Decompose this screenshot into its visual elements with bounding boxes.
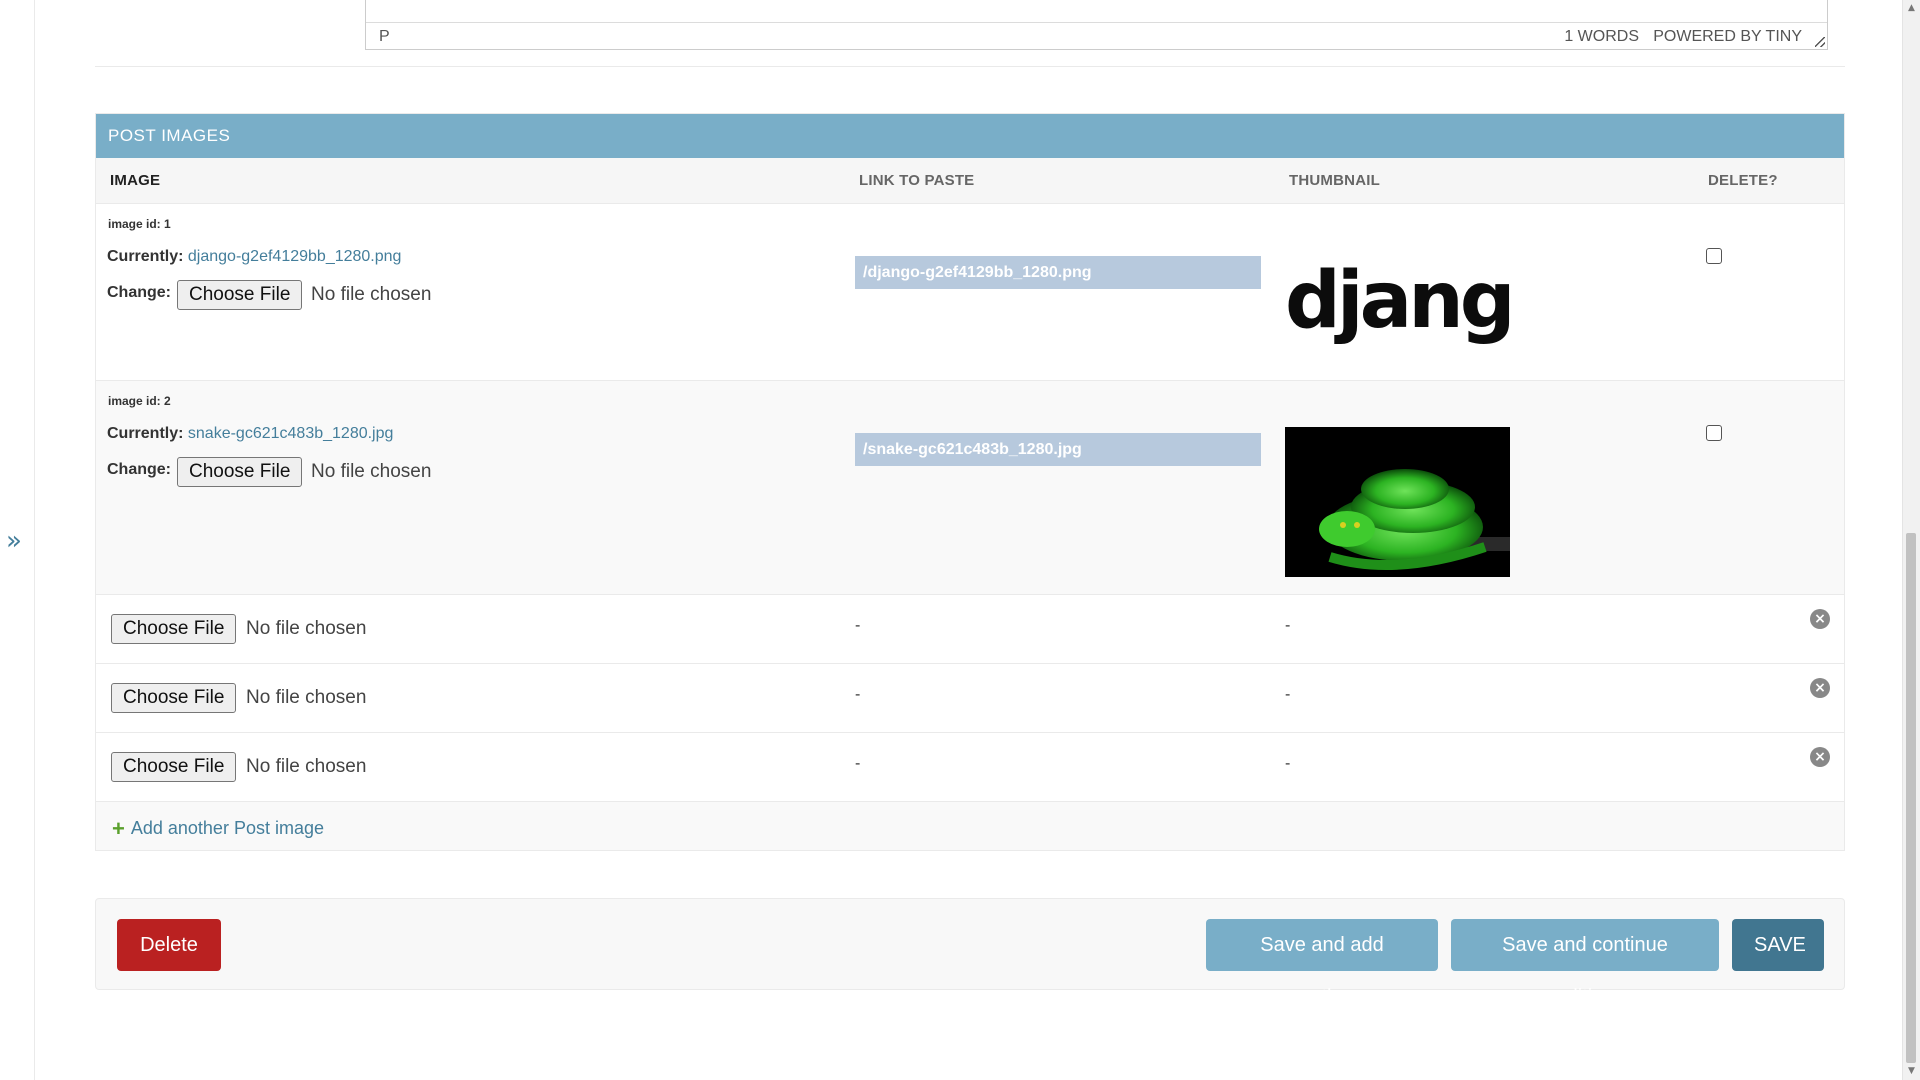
save-and-add-another-button[interactable]: Save and add another <box>1206 919 1438 1008</box>
nav-sidebar-rail: » <box>0 0 35 1080</box>
inline-row: Choose File No file chosen - - × <box>96 733 1844 802</box>
current-file-link[interactable]: snake-gc621c483b_1280.jpg <box>188 425 394 442</box>
inline-row: Choose File No file chosen - - × <box>96 595 1844 664</box>
choose-file-button[interactable]: Choose File <box>177 457 303 487</box>
rich-text-editor-statusbar: P 1 WORDS POWERED BY TINY <box>365 0 1828 50</box>
save-button[interactable]: SAVE <box>1732 919 1824 971</box>
django-thumbnail: django <box>1285 249 1567 359</box>
change-label: Change: <box>107 461 171 478</box>
file-status: No file chosen <box>246 687 367 708</box>
link-to-paste-field[interactable]: /snake-gc621c483b_1280.jpg <box>855 433 1261 466</box>
file-status: No file chosen <box>311 461 432 482</box>
editor-wordcount[interactable]: 1 WORDS <box>1564 28 1639 46</box>
current-file-link[interactable]: django-g2ef4129bb_1280.png <box>188 248 402 265</box>
choose-file-button[interactable]: Choose File <box>111 614 237 644</box>
inline-row: image id: 2 Currently: snake-gc621c483b_… <box>96 381 1844 595</box>
link-placeholder: - <box>855 755 861 772</box>
editor-powered-by[interactable]: POWERED BY TINY <box>1653 28 1802 46</box>
currently-field: Currently: snake-gc621c483b_1280.jpg <box>107 425 393 443</box>
form-row-divider <box>95 66 1845 67</box>
django-logo-text: django <box>1285 256 1510 346</box>
submit-row: Delete Save and add another Save and con… <box>95 898 1845 1008</box>
currently-field: Currently: django-g2ef4129bb_1280.png <box>107 248 401 266</box>
choose-file-button[interactable]: Choose File <box>111 752 237 782</box>
inline-column-headers: IMAGE LINK TO PASTE THUMBNAIL DELETE? <box>96 158 1844 204</box>
delete-checkbox[interactable] <box>1706 248 1722 264</box>
remove-row-icon[interactable]: × <box>1810 678 1830 698</box>
sidebar-toggle-icon[interactable]: » <box>6 528 22 554</box>
image-id-label: image id: 1 <box>108 217 171 231</box>
add-another-label: Add another Post image <box>130 818 324 838</box>
link-to-paste-field[interactable]: /django-g2ef4129bb_1280.png <box>855 256 1261 289</box>
scrollbar-thumb[interactable] <box>1906 533 1916 1063</box>
column-header-thumbnail: THUMBNAIL <box>1289 172 1380 189</box>
inline-row: Choose File No file chosen - - × <box>96 664 1844 733</box>
link-placeholder: - <box>855 686 861 703</box>
remove-row-icon[interactable]: × <box>1810 609 1830 629</box>
add-another-link[interactable]: + Add another Post image <box>112 816 324 842</box>
page-scrollbar[interactable]: ▲ ▼ <box>1902 0 1920 1080</box>
thumbnail-placeholder: - <box>1285 686 1291 703</box>
currently-label: Currently: <box>107 248 184 265</box>
remove-row-icon[interactable]: × <box>1810 747 1830 767</box>
plus-icon: + <box>112 816 125 841</box>
save-and-continue-button[interactable]: Save and continue editing <box>1451 919 1719 1008</box>
column-header-image: IMAGE <box>110 172 161 189</box>
column-header-link: LINK TO PASTE <box>859 172 975 189</box>
file-status: No file chosen <box>246 756 367 777</box>
delete-checkbox[interactable] <box>1706 425 1722 441</box>
choose-file-button[interactable]: Choose File <box>111 683 237 713</box>
currently-label: Currently: <box>107 425 184 442</box>
editor-element-path[interactable]: P <box>379 28 390 46</box>
column-header-delete: DELETE? <box>1708 172 1778 189</box>
editor-divider <box>366 22 1827 23</box>
image-id-label: image id: 2 <box>108 394 171 408</box>
snake-thumbnail <box>1285 427 1510 577</box>
scroll-down-arrow-icon[interactable]: ▼ <box>1903 1063 1920 1080</box>
choose-file-button[interactable]: Choose File <box>177 280 303 310</box>
inline-row: image id: 1 Currently: django-g2ef4129bb… <box>96 204 1844 381</box>
scroll-up-arrow-icon[interactable]: ▲ <box>1903 0 1920 17</box>
file-status: No file chosen <box>246 618 367 639</box>
change-label: Change: <box>107 284 171 301</box>
thumbnail-placeholder: - <box>1285 617 1291 634</box>
add-row: + Add another Post image <box>96 802 1844 850</box>
link-placeholder: - <box>855 617 861 634</box>
thumbnail-placeholder: - <box>1285 755 1291 772</box>
delete-button[interactable]: Delete <box>117 919 221 971</box>
post-images-inline: POST IMAGES IMAGE LINK TO PASTE THUMBNAI… <box>95 113 1845 851</box>
editor-resize-handle-icon[interactable] <box>1815 37 1825 47</box>
inline-group-title: POST IMAGES <box>96 114 1844 158</box>
file-status: No file chosen <box>311 284 432 305</box>
